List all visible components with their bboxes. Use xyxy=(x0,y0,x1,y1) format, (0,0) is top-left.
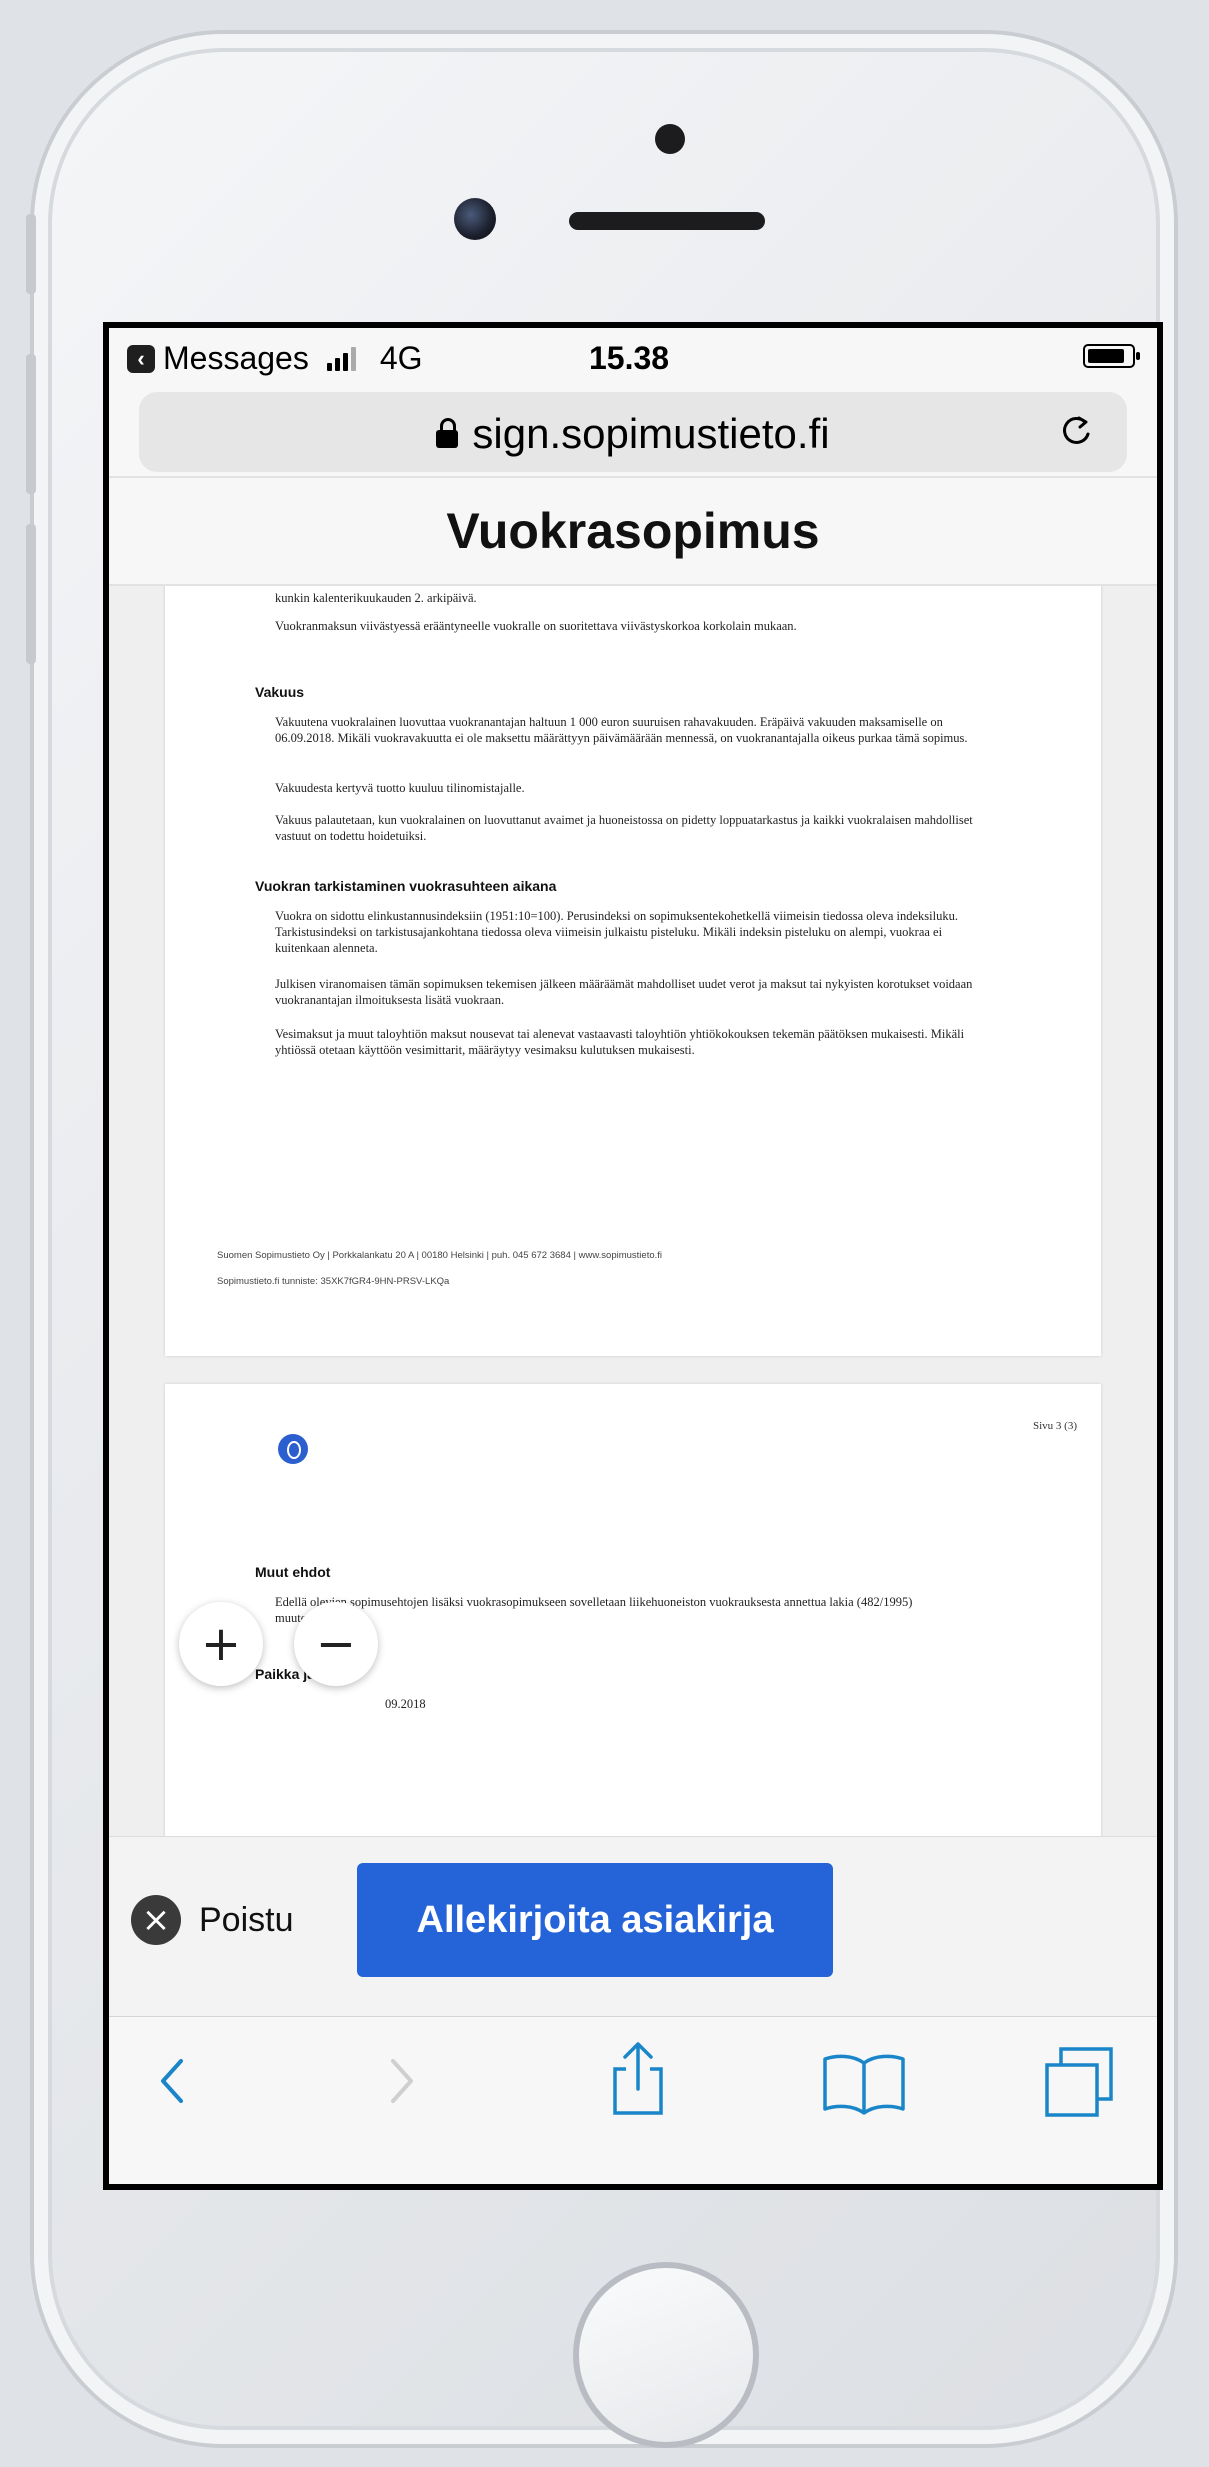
doc-line: kunkin kalenterikuukauden 2. arkipäivä. xyxy=(275,591,477,605)
volume-down-button xyxy=(26,524,36,664)
share-icon[interactable] xyxy=(603,2039,673,2119)
home-button[interactable] xyxy=(573,2262,759,2448)
exit-label: Poistu xyxy=(199,1900,294,1939)
document-footer: Suomen Sopimustieto Oy | Porkkalankatu 2… xyxy=(217,1250,663,1261)
url-display: sign.sopimustieto.fi xyxy=(139,410,1127,458)
safari-toolbar xyxy=(109,2016,1157,2184)
status-time: 15.38 xyxy=(589,340,670,376)
front-camera xyxy=(454,198,496,240)
section-heading-rent-review: Vuokran tarkistaminen vuokrasuhteen aika… xyxy=(255,878,557,894)
back-icon[interactable] xyxy=(147,2051,197,2111)
zoom-in-icon: + xyxy=(200,1616,242,1672)
reload-icon[interactable] xyxy=(1059,414,1093,448)
zoom-in-button[interactable]: + xyxy=(179,1602,263,1686)
sign-document-button[interactable]: Allekirjoita asiakirja xyxy=(357,1863,833,1977)
section-heading-other-terms: Muut ehdot xyxy=(255,1564,331,1580)
zoom-out-button[interactable]: − xyxy=(294,1602,378,1686)
mute-switch xyxy=(26,214,36,294)
doc-paragraph: Vakuus palautetaan, kun vuokralainen on … xyxy=(275,813,973,843)
doc-paragraph: Edellä olevien sopimusehtojen lisäksi vu… xyxy=(275,1595,913,1625)
exit-button[interactable]: × Poistu xyxy=(131,1895,294,1945)
doc-paragraph: Vakuudesta kertyvä tuotto kuuluu tilinom… xyxy=(275,781,525,795)
battery-icon xyxy=(1083,344,1140,368)
bookmarks-icon[interactable] xyxy=(819,2047,909,2117)
address-bar-container: sign.sopimustieto.fi xyxy=(109,386,1157,476)
url-text: sign.sopimustieto.fi xyxy=(472,410,830,457)
doc-paragraph: Vesimaksut ja muut taloyhtiön maksut nou… xyxy=(275,1027,965,1057)
document-identifier: Sopimustieto.fi tunniste: 35XK7fGR4-9HN-… xyxy=(217,1276,450,1287)
document-page-2: kunkin kalenterikuukauden 2. arkipäivä. … xyxy=(165,586,1101,1356)
phone-screen: ‹ Messages 4G 15.38 sign.sopimustieto.fi… xyxy=(103,322,1163,2190)
doc-paragraph: Vuokranmaksun viivästyessä erääntyneelle… xyxy=(275,619,797,633)
status-bar: ‹ Messages 4G 15.38 xyxy=(109,328,1157,386)
document-viewer[interactable]: kunkin kalenterikuukauden 2. arkipäivä. … xyxy=(109,586,1157,1836)
document-title: Vuokrasopimus xyxy=(446,503,820,559)
page-number: Sivu 3 (3) xyxy=(1033,1420,1077,1432)
back-to-app[interactable]: ‹ Messages 4G xyxy=(127,340,423,377)
document-header: Vuokrasopimus xyxy=(109,476,1157,586)
zoom-out-icon: − xyxy=(315,1616,357,1672)
back-app-label: Messages xyxy=(163,340,309,376)
doc-paragraph: Vuokra on sidottu elinkustannusindeksiin… xyxy=(275,909,958,955)
lock-icon xyxy=(436,418,459,448)
address-bar[interactable]: sign.sopimustieto.fi xyxy=(139,392,1127,472)
place-date-value: 09.2018 xyxy=(385,1697,426,1711)
network-type: 4G xyxy=(379,340,423,376)
signal-strength-icon xyxy=(326,346,356,371)
doc-paragraph: Julkisen viranomaisen tämän sopimuksen t… xyxy=(275,977,973,1007)
sopimustieto-logo-icon xyxy=(278,1434,308,1464)
tabs-icon[interactable] xyxy=(1039,2043,1119,2123)
back-to-app-icon: ‹ xyxy=(127,344,155,373)
document-page-3: Sivu 3 (3) Muut ehdot Edellä olevien sop… xyxy=(165,1384,1101,1836)
signing-action-bar: × Poistu Allekirjoita asiakirja xyxy=(109,1836,1157,2017)
section-heading-deposit: Vakuus xyxy=(255,684,305,700)
earpiece-speaker xyxy=(569,212,765,230)
close-icon: × xyxy=(131,1895,181,1945)
forward-icon[interactable] xyxy=(377,2051,427,2111)
doc-paragraph: Vakuutena vuokralainen luovuttaa vuokran… xyxy=(275,715,968,745)
proximity-sensor xyxy=(655,124,685,154)
volume-up-button xyxy=(26,354,36,494)
